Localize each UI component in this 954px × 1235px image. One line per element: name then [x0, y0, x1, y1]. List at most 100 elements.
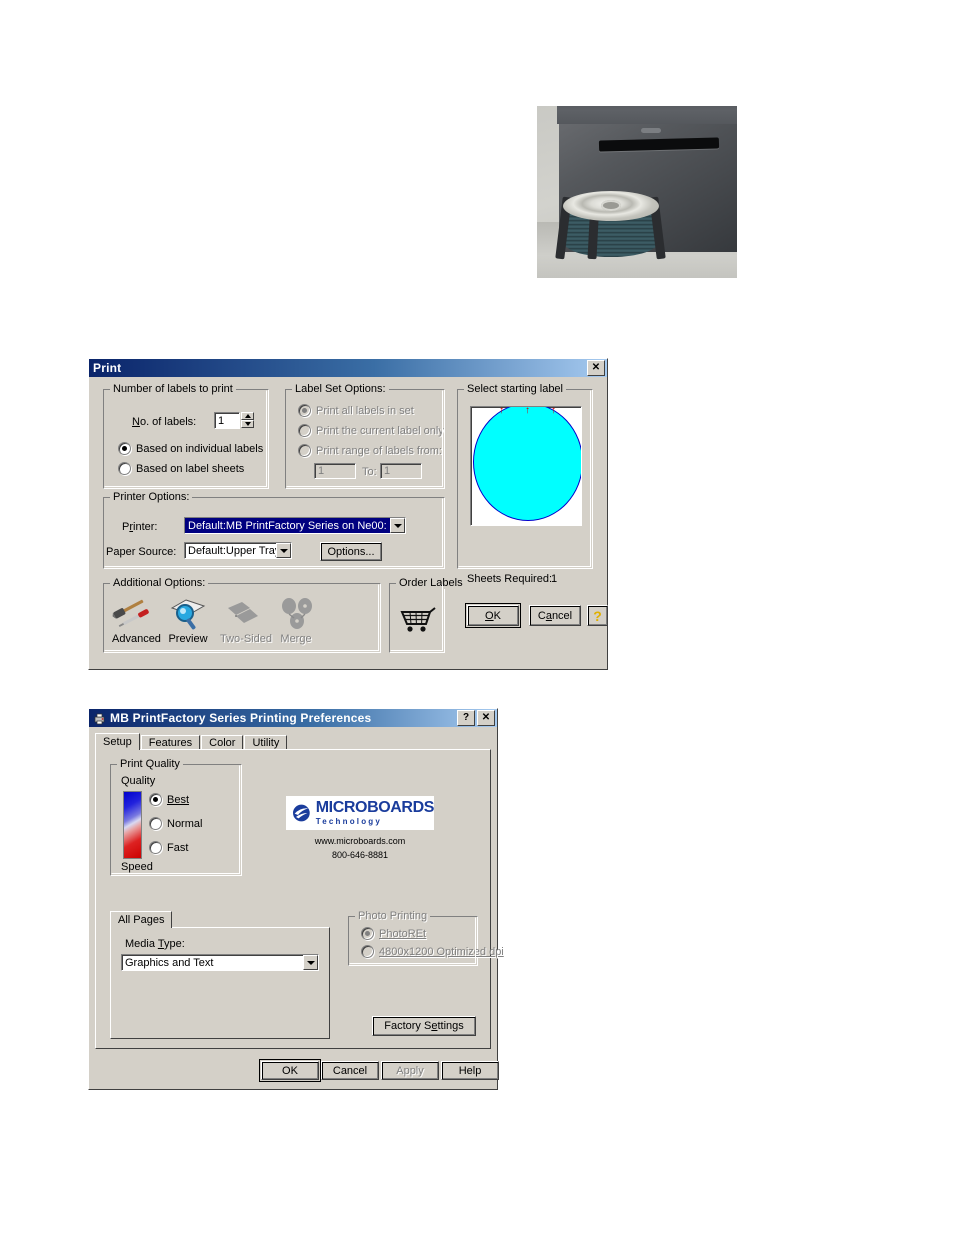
radio-indicator	[298, 424, 311, 437]
print-ok-button[interactable]: OK	[465, 603, 521, 628]
photo-printer-slot	[598, 137, 720, 152]
preview-button[interactable]: Preview	[166, 596, 210, 645]
close-icon[interactable]: ✕	[587, 360, 605, 376]
preview-label: Preview	[168, 633, 208, 645]
radio-based-on-individual-labels[interactable]: Based on individual labels	[118, 442, 263, 455]
sheets-required-label: Sheets Required:	[467, 573, 552, 585]
order-labels-button[interactable]	[396, 604, 440, 639]
print-help-button[interactable]: ?	[587, 605, 608, 626]
radio-indicator	[361, 945, 374, 958]
printer-photo	[537, 106, 737, 278]
quality-speed-gradient-bar	[123, 791, 142, 859]
label-marker-icon: ↑	[551, 406, 556, 416]
print-quality-group: Print Quality Quality Best Normal Fast S…	[110, 758, 242, 876]
additional-options-group-title: Additional Options:	[110, 577, 209, 589]
print-dialog-title: Print	[93, 361, 122, 375]
print-cancel-button[interactable]: Cancel	[529, 605, 581, 626]
photo-disc-hole	[601, 200, 621, 211]
label-set-options-group-title: Label Set Options:	[292, 383, 389, 395]
sheets-required-value: 1	[551, 573, 558, 585]
logo-primary: MICROBOARDS	[315, 799, 435, 816]
tab-features[interactable]: Features	[140, 735, 201, 750]
microboards-logo-text: MICROBOARDS Technology	[315, 799, 435, 826]
paper-source-value: Default:Upper Tray	[188, 544, 276, 557]
microboards-logo: MICROBOARDS Technology	[286, 796, 434, 830]
radio-indicator	[149, 793, 162, 806]
no-of-labels-input[interactable]: 1	[214, 412, 240, 429]
order-labels-group-title: Order Labels	[396, 577, 466, 589]
print-quality-group-title: Print Quality	[117, 758, 183, 770]
print-dialog: Print ✕ Number of labels to print No. of…	[88, 358, 608, 670]
chevron-down-icon[interactable]	[390, 518, 405, 533]
radio-based-on-label-sheets[interactable]: Based on label sheets	[118, 462, 244, 475]
printer-options-group-title: Printer Options:	[110, 491, 193, 503]
printer-combobox[interactable]: Default:MB PrintFactory Series on Ne00:	[184, 517, 406, 534]
radio-quality-fast[interactable]: Fast	[149, 841, 188, 854]
media-type-label: Media Type:	[125, 938, 185, 950]
media-type-combobox[interactable]: Graphics and Text	[121, 954, 319, 971]
radio-label: Based on label sheets	[136, 462, 245, 475]
additional-options-group: Additional Options: Advanced Preview Two…	[103, 577, 381, 653]
tab-utility-label: Utility	[252, 737, 280, 749]
radio-quality-normal[interactable]: Normal	[149, 817, 202, 830]
starting-label-preview[interactable]: ↑ ↑ ↑	[470, 406, 582, 526]
merge-button: Merge	[274, 596, 318, 645]
no-of-labels-stepper[interactable]	[241, 412, 254, 428]
close-icon[interactable]: ✕	[477, 710, 495, 726]
page-root: Print ✕ Number of labels to print No. of…	[0, 0, 954, 1235]
range-to-value: 1	[384, 465, 391, 477]
tab-all-pages[interactable]: All Pages	[110, 911, 173, 928]
advanced-button[interactable]: Advanced	[112, 596, 161, 645]
preferences-tabstrip: Setup Features Color Utility	[95, 733, 288, 750]
preferences-help-button[interactable]: Help	[441, 1061, 499, 1080]
radio-indicator	[298, 404, 311, 417]
printer-options-button[interactable]: Options...	[320, 542, 382, 561]
preferences-apply-button: Apply	[381, 1061, 439, 1080]
order-labels-group: Order Labels	[389, 577, 466, 653]
tab-color-label: Color	[209, 737, 236, 749]
stepper-up-icon[interactable]	[241, 412, 254, 420]
help-icon[interactable]: ?	[457, 710, 475, 726]
two-pages-icon	[220, 596, 264, 632]
tab-features-label: Features	[148, 737, 193, 749]
radio-quality-best[interactable]: Best	[149, 793, 189, 806]
radio-indicator	[361, 927, 374, 940]
inner-tabstrip: All Pages	[110, 911, 173, 928]
two-sided-label: Two-Sided	[220, 633, 272, 645]
photo-printer-latch	[641, 128, 661, 133]
chevron-down-icon[interactable]	[276, 543, 291, 558]
tab-utility[interactable]: Utility	[244, 735, 288, 750]
range-from-input: 1	[314, 463, 356, 479]
tab-setup[interactable]: Setup	[95, 733, 140, 750]
radio-indicator	[298, 444, 311, 457]
paper-source-combobox[interactable]: Default:Upper Tray	[184, 542, 292, 559]
range-to-label: To:	[362, 466, 377, 478]
radio-label: 4800x1200 Optimized dpi	[379, 945, 504, 958]
select-starting-label-group-title: Select starting label	[464, 383, 566, 395]
quality-label: Quality	[121, 775, 156, 787]
chevron-down-icon[interactable]	[303, 955, 318, 970]
radio-print-range-of-labels: Print range of labels from:	[298, 444, 442, 457]
factory-settings-button[interactable]: Factory Settings	[372, 1016, 476, 1036]
print-ok-label: OK	[485, 609, 501, 622]
range-to-input: 1	[380, 463, 422, 479]
merge-label: Merge	[280, 633, 312, 645]
radio-label: PhotoREt	[379, 927, 427, 940]
label-marker-icon: ↑	[525, 406, 530, 416]
printer-options-button-label: Options...	[327, 545, 375, 558]
radio-label: Print the current label only	[316, 424, 444, 437]
no-of-labels-label: No. of labels:	[132, 416, 197, 428]
preferences-help-label: Help	[458, 1064, 482, 1077]
radio-indicator	[118, 442, 131, 455]
question-mark-help-icon: ?	[593, 607, 602, 624]
label-disc-shape[interactable]	[473, 407, 581, 521]
photo-disc-stack	[555, 191, 666, 261]
merge-shapes-icon	[274, 596, 318, 632]
stepper-down-icon[interactable]	[241, 420, 254, 428]
radio-label: Normal	[167, 817, 203, 830]
preferences-cancel-button[interactable]: Cancel	[321, 1061, 379, 1080]
tab-color[interactable]: Color	[201, 735, 244, 750]
preferences-ok-button[interactable]: OK	[259, 1059, 321, 1082]
speed-label: Speed	[121, 861, 153, 873]
factory-settings-label: Factory Settings	[384, 1020, 464, 1032]
